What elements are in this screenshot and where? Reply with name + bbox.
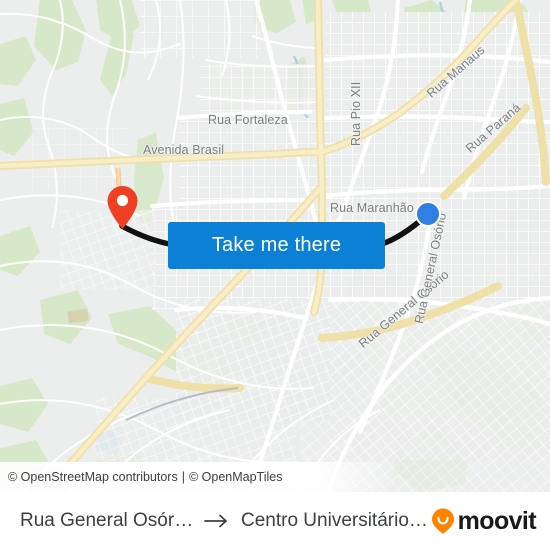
footer-origin-label[interactable]: Rua General Osório, ...: [20, 510, 195, 532]
origin-pin-icon[interactable]: [106, 185, 139, 230]
footer-destination-label[interactable]: Centro Universitário De Ca...: [241, 510, 430, 532]
moovit-logo[interactable]: moovit: [430, 506, 537, 535]
arrow-right-icon: [204, 514, 227, 528]
moovit-pin-icon: [431, 508, 454, 534]
moovit-wordmark: moovit: [457, 506, 537, 535]
take-me-there-button[interactable]: Take me there: [168, 222, 385, 269]
route-footer: Rua General Osório, ... Centro Universit…: [0, 492, 550, 550]
moovit-map-screen: Rua Fortaleza Avenida Brasil Rua Pio XII…: [0, 0, 550, 550]
destination-dot[interactable]: [415, 201, 441, 227]
map-canvas[interactable]: Rua Fortaleza Avenida Brasil Rua Pio XII…: [0, 0, 550, 492]
